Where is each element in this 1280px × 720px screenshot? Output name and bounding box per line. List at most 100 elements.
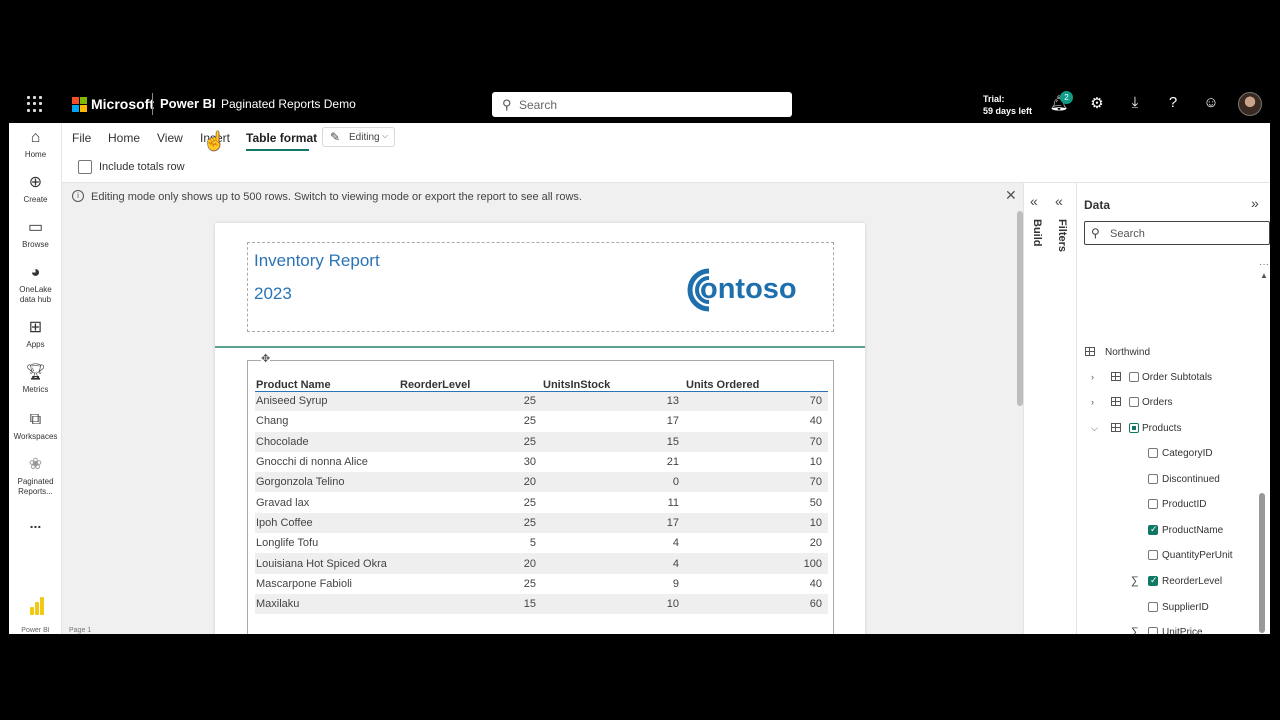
table-node[interactable]: › Order Subtotals [1085, 372, 1255, 384]
report-page[interactable]: Inventory Report 2023 ontoso ✥ Product N… [215, 223, 865, 634]
table-checkbox[interactable] [1129, 372, 1139, 382]
logo-text: ontoso [700, 273, 797, 305]
feedback-smiley-icon[interactable]: ☺ [1201, 94, 1221, 111]
nav-home[interactable]: ⌂ Home [9, 129, 62, 160]
help-icon[interactable]: ? [1163, 94, 1183, 111]
data-pane-scrollbar[interactable] [1259, 493, 1265, 633]
nav-workspaces[interactable]: ⧉ Workspaces [9, 411, 62, 442]
table-cell: 20 [399, 472, 542, 493]
product-name[interactable]: Power BI [160, 96, 216, 111]
field-checkbox[interactable] [1148, 550, 1158, 561]
inventory-table[interactable]: Product Name ReorderLevel UnitsInStock U… [255, 373, 828, 615]
field-node[interactable]: SupplierID [1085, 601, 1255, 614]
close-icon[interactable]: ✕ [1005, 187, 1017, 204]
report-year[interactable]: 2023 [254, 284, 292, 304]
chevron-down-icon[interactable]: ⌵ [1091, 423, 1098, 434]
table-cell: Gnocchi di nonna Alice [256, 456, 368, 469]
nav-browse[interactable]: ▭ Browse [9, 219, 62, 250]
download-icon[interactable]: ⤓ [1125, 94, 1145, 111]
table-row[interactable]: Chang 25 17 40 [255, 411, 828, 431]
nav-create[interactable]: ⊕ Create [9, 174, 62, 205]
nav-apps[interactable]: ⊞ Apps [9, 319, 62, 350]
include-totals-checkbox[interactable] [78, 160, 92, 174]
table-row[interactable]: Chocolade 25 15 70 [255, 431, 828, 452]
table-row[interactable]: Ipoh Coffee 25 17 10 [255, 512, 828, 534]
table-row[interactable]: Gnocchi di nonna Alice 30 21 10 [255, 452, 828, 472]
table-node[interactable]: ⌵ Products [1085, 422, 1255, 435]
nav-paginated-reports[interactable]: ❀ Paginated Reports... [9, 456, 62, 497]
field-node[interactable]: CategoryID [1085, 448, 1255, 460]
data-search-input[interactable]: ⚲ Search [1084, 221, 1270, 245]
table-region[interactable]: ✥ Product Name ReorderLevel UnitsInStock… [247, 352, 834, 634]
table-icon [1111, 397, 1121, 407]
field-node[interactable]: QuantityPerUnit [1085, 550, 1255, 562]
field-checkbox[interactable] [1148, 448, 1158, 458]
chevron-right-icon[interactable]: › [1091, 397, 1094, 407]
field-node[interactable]: ∑ ReorderLevel [1085, 575, 1255, 588]
menu-view[interactable]: View [157, 131, 183, 145]
column-header[interactable]: UnitsInStock [542, 373, 685, 392]
nav-label: Apps [26, 340, 45, 349]
global-search-input[interactable]: ⚲ Search [492, 92, 792, 117]
table-row[interactable]: Gravad lax 25 11 50 [255, 492, 828, 512]
table-row[interactable]: Aniseed Syrup 25 13 70 [255, 391, 828, 412]
table-row[interactable]: Mascarpone Fabioli 25 9 40 [255, 574, 828, 594]
table-row[interactable]: Maxilaku 15 10 60 [255, 593, 828, 615]
gear-icon[interactable]: ⚙ [1087, 94, 1107, 112]
table-cell: 10 [685, 512, 828, 534]
table-row[interactable]: Louisiana Hot Spiced Okra 20 4 100 [255, 553, 828, 574]
expand-build-icon[interactable]: « [1030, 193, 1038, 209]
folder-icon: ▭ [27, 219, 44, 236]
include-totals-label[interactable]: Include totals row [99, 161, 185, 173]
column-header[interactable]: Product Name [255, 373, 399, 392]
report-name[interactable]: Paginated Reports Demo [221, 97, 356, 111]
field-checkbox[interactable] [1148, 601, 1158, 612]
column-header[interactable]: Units Ordered [685, 373, 828, 392]
home-icon: ⌂ [30, 129, 41, 146]
avatar[interactable] [1238, 92, 1262, 116]
table-cell: 20 [399, 553, 542, 574]
contoso-logo[interactable]: ontoso [678, 263, 813, 318]
scroll-up-icon[interactable]: ▲ [1260, 271, 1268, 280]
table-cell: 40 [809, 577, 822, 590]
nav-label: Workspaces [13, 432, 58, 441]
table-row[interactable]: Gorgonzola Telino 20 0 70 [255, 472, 828, 493]
field-node[interactable]: ∑ UnitPrice [1085, 626, 1255, 634]
data-source-northwind[interactable]: Northwind [1085, 347, 1265, 359]
table-checkbox[interactable] [1129, 422, 1139, 433]
more-options-icon[interactable]: ··· [1259, 259, 1269, 270]
nav-onelake[interactable]: ◕ OneLake data hub [9, 264, 62, 305]
field-node[interactable]: ProductName [1085, 524, 1255, 537]
chevron-right-icon[interactable]: › [1091, 372, 1094, 382]
table-row[interactable]: Longlife Tofu 5 4 20 [255, 533, 828, 553]
menu-table-format[interactable]: Table format [246, 131, 317, 145]
menu-home[interactable]: Home [108, 131, 140, 145]
collapse-pane-icon[interactable]: » [1251, 195, 1259, 211]
menu-file[interactable]: File [72, 131, 91, 145]
table-node[interactable]: › Orders [1085, 397, 1255, 409]
nav-more[interactable]: ... [9, 516, 62, 530]
expand-filters-icon[interactable]: « [1055, 193, 1063, 209]
field-checkbox[interactable] [1148, 524, 1158, 535]
build-pane-label[interactable]: Build [1031, 219, 1043, 247]
nav-metrics[interactable]: 🏆︎ Metrics [9, 364, 62, 395]
table-checkbox[interactable] [1129, 397, 1139, 408]
field-checkbox[interactable] [1148, 627, 1158, 634]
field-checkbox[interactable] [1148, 575, 1158, 586]
filters-pane-label[interactable]: Filters [1056, 219, 1068, 252]
report-canvas[interactable]: Inventory Report 2023 ontoso ✥ Product N… [62, 211, 1023, 634]
field-node[interactable]: ProductID [1085, 499, 1255, 511]
move-handle-icon[interactable]: ✥ [261, 352, 271, 365]
column-header[interactable]: ReorderLevel [399, 373, 542, 392]
mode-dropdown[interactable]: ✎ Editing ⌵ [322, 127, 395, 147]
table-cell: 11 [667, 496, 679, 509]
table-cell: 25 [399, 512, 542, 534]
field-node[interactable]: Discontinued [1085, 473, 1255, 486]
trial-status: Trial: 59 days left [983, 93, 1032, 117]
report-title[interactable]: Inventory Report [254, 251, 380, 271]
report-header[interactable]: Inventory Report 2023 ontoso [247, 242, 834, 332]
app-launcher-icon[interactable] [27, 96, 43, 112]
field-checkbox[interactable] [1148, 473, 1158, 484]
microsoft-logo-icon [72, 97, 87, 112]
field-checkbox[interactable] [1148, 499, 1158, 510]
